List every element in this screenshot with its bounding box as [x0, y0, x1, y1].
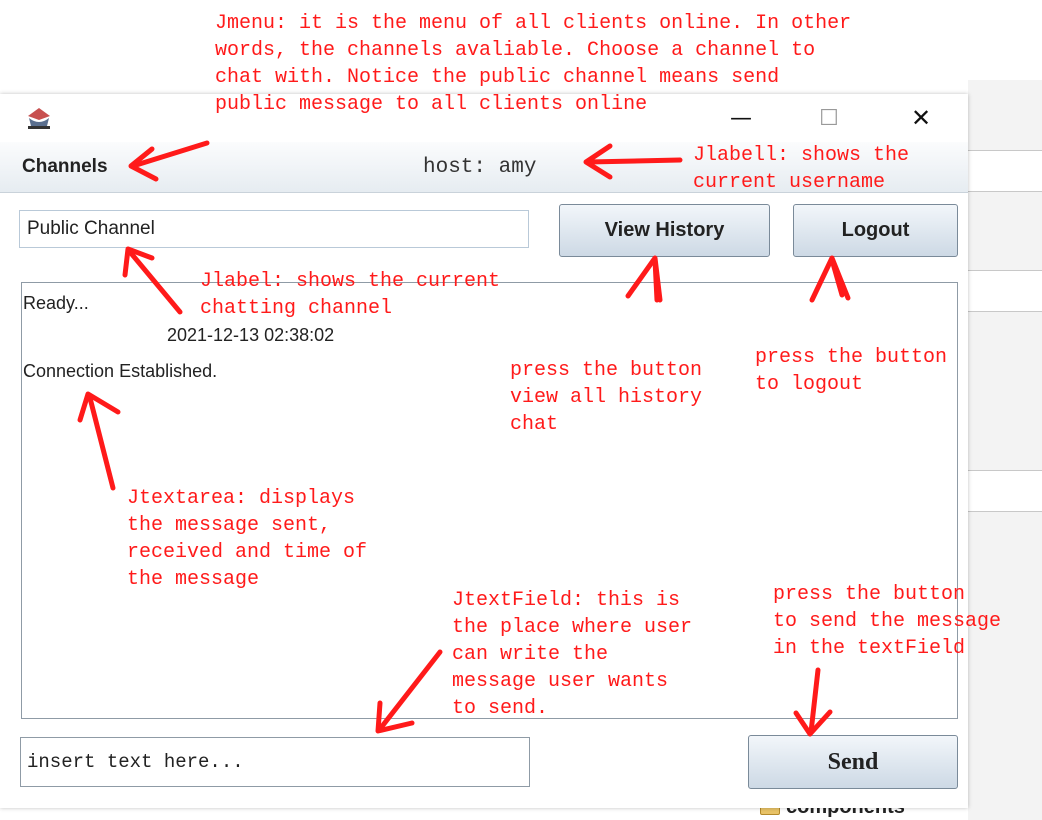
chat-message-timestamp: 2021-12-13 02:38:02	[167, 325, 335, 345]
logout-button[interactable]: Logout	[793, 204, 958, 257]
background-window-fragment	[966, 270, 1042, 312]
message-input[interactable]	[20, 737, 530, 787]
annotation-view-history: press the button view all history chat	[510, 359, 703, 436]
annotation-send: press the button to send the message in …	[773, 583, 1002, 660]
channels-menu[interactable]: Channels	[22, 154, 108, 180]
annotation-jlabel-username: Jlabell: shows the current username	[693, 144, 910, 194]
host-username-label: host: amy	[423, 156, 537, 179]
annotation-jlabel-channel: Jlabel: shows the current chatting chann…	[200, 270, 501, 320]
chat-message: Connection Established.	[23, 361, 218, 381]
annotation-textarea: Jtextarea: displays the message sent, re…	[127, 487, 368, 591]
java-cup-icon	[24, 106, 54, 130]
annotation-jmenu: Jmenu: it is the menu of all clients onl…	[215, 12, 852, 116]
chat-message: Ready...	[23, 293, 89, 313]
current-channel-label: Public Channel	[19, 210, 529, 248]
annotation-logout: press the button to logout	[755, 346, 948, 396]
send-button[interactable]: Send	[748, 735, 958, 789]
background-window-fragment	[966, 150, 1042, 192]
background-window-fragment	[966, 470, 1042, 512]
annotation-textfield: JtextField: this is the place where user…	[452, 589, 693, 720]
close-button[interactable]: ✕	[898, 100, 944, 136]
view-history-button[interactable]: View History	[559, 204, 770, 257]
